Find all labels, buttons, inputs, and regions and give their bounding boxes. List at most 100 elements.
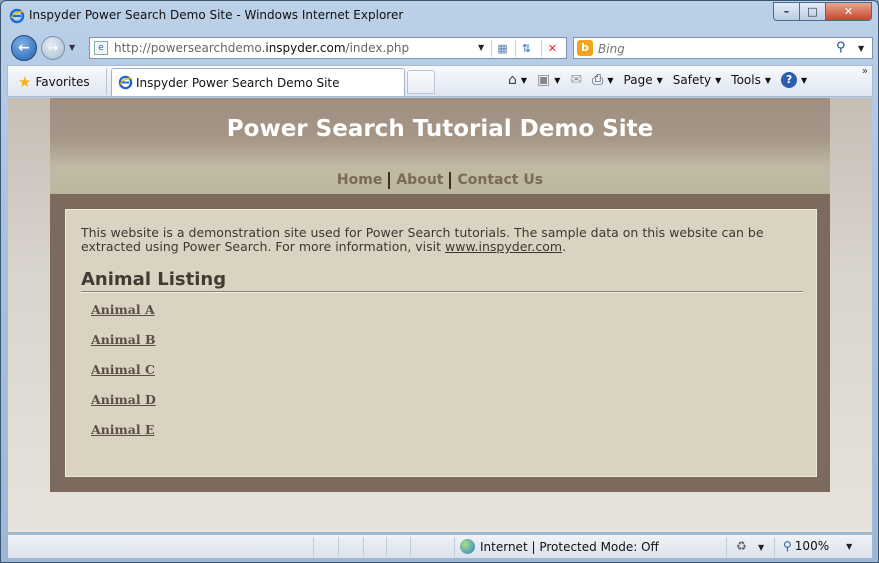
help-icon: ? — [781, 72, 798, 88]
inspyder-link[interactable]: www.inspyder.com — [445, 239, 562, 254]
separator — [106, 68, 107, 94]
intro-end: . — [562, 239, 567, 254]
nav-link-contact-us[interactable]: Contact Us — [451, 172, 549, 188]
read-mail-button[interactable]: ✉ — [570, 72, 582, 88]
tab-label: Inspyder Power Search Demo Site — [136, 76, 340, 90]
chevron-down-icon: ▼ — [764, 75, 772, 85]
intro-paragraph: This website is a demonstration site use… — [81, 226, 801, 254]
stop-button[interactable]: ✕ — [541, 40, 563, 57]
home-button[interactable]: ⌂ ▼ — [508, 72, 527, 88]
popup-blocker-icon[interactable]: ♻ — [736, 539, 747, 553]
animal-list: Animal A Animal B Animal C Animal D Anim… — [91, 302, 156, 452]
help-menu[interactable]: ? ▼ — [781, 72, 807, 88]
chevron-down-icon[interactable]: ▼ — [758, 543, 764, 552]
site-header: Power Search Tutorial Demo Site — [50, 98, 830, 166]
feeds-button[interactable]: ▣ ▼ — [537, 72, 560, 88]
page-menu[interactable]: Page ▼ — [624, 73, 663, 87]
animal-listing-heading: Animal Listing — [81, 269, 227, 290]
address-url[interactable]: http://powersearchdemo.inspyder.com/inde… — [114, 41, 409, 55]
stop-icon: ✕ — [547, 42, 558, 55]
nav-link-about[interactable]: About — [390, 172, 449, 188]
command-bar: ⌂ ▼ ▣ ▼ ✉ ⎙ ▼ Page ▼ Safety ▼ Tools ▼ ? ▼ — [508, 72, 817, 88]
window-controls: – □ ✕ — [773, 2, 872, 22]
chevron-down-icon: ▼ — [715, 75, 722, 85]
home-icon: ⌂ — [508, 72, 517, 88]
status-divider — [726, 537, 727, 557]
globe-icon — [460, 539, 475, 554]
navigation-bar: ← → ▼ e http://powersearchdemo.inspyder.… — [1, 31, 878, 63]
site-container: Power Search Tutorial Demo Site Home Abo… — [50, 98, 830, 492]
address-bar[interactable]: e http://powersearchdemo.inspyder.com/in… — [89, 37, 567, 59]
list-item: Animal E — [91, 422, 156, 452]
animal-link-d[interactable]: Animal D — [91, 392, 156, 407]
back-button[interactable]: ← — [11, 35, 37, 61]
refresh-button[interactable]: ⇅ — [515, 40, 537, 57]
search-icon[interactable]: ⚲ — [836, 40, 846, 55]
rss-icon: ▣ — [537, 72, 551, 88]
chevron-down-icon: ▼ — [801, 75, 808, 85]
favorites-button[interactable]: ★ Favorites — [18, 73, 90, 91]
favorites-label: Favorites — [35, 75, 90, 89]
bing-logo-icon: b — [577, 40, 593, 56]
compatibility-view-button[interactable]: ▦ — [491, 40, 513, 57]
list-item: Animal D — [91, 392, 156, 422]
browser-window: Inspyder Power Search Demo Site - Window… — [0, 0, 879, 563]
chevron-down-icon[interactable]: ▼ — [846, 542, 852, 551]
recent-pages-dropdown[interactable]: ▼ — [69, 43, 75, 52]
favorites-bar: ★ Favorites Inspyder Power Search Demo S… — [7, 65, 873, 97]
heading-divider — [81, 291, 803, 293]
print-button[interactable]: ⎙ ▼ — [592, 72, 613, 88]
status-divider — [774, 537, 775, 557]
safety-menu[interactable]: Safety ▼ — [673, 73, 722, 87]
compatibility-icon: ▦ — [497, 42, 508, 55]
page-icon: e — [94, 41, 108, 55]
favorites-star-icon: ★ — [18, 73, 32, 91]
search-placeholder[interactable]: Bing — [598, 42, 625, 56]
back-arrow-icon: ← — [18, 40, 30, 56]
maximize-button[interactable]: □ — [800, 2, 826, 21]
close-button[interactable]: ✕ — [826, 2, 872, 21]
refresh-icon: ⇅ — [521, 42, 532, 55]
print-dropdown-icon[interactable]: ▼ — [607, 76, 613, 85]
forward-arrow-icon: → — [47, 40, 59, 56]
tools-menu-label: Tools — [731, 73, 761, 87]
tab-active[interactable]: Inspyder Power Search Demo Site — [111, 68, 405, 96]
list-item: Animal B — [91, 332, 156, 362]
search-box[interactable]: b Bing ⚲ ▼ — [573, 37, 873, 59]
search-options-dropdown[interactable]: ▼ — [858, 44, 864, 53]
animal-link-c[interactable]: Animal C — [91, 362, 155, 377]
animal-link-a[interactable]: Animal A — [91, 302, 155, 317]
status-divider — [363, 537, 364, 557]
new-tab-button[interactable] — [407, 70, 435, 94]
status-bar: Internet | Protected Mode: Off ♻ ▼ ⚲ 100… — [8, 534, 872, 558]
status-divider — [386, 537, 387, 557]
list-item: Animal A — [91, 302, 156, 332]
chevron-down-icon: ▼ — [656, 75, 663, 85]
ie-logo-icon — [9, 8, 25, 24]
window-title: Inspyder Power Search Demo Site - Window… — [29, 8, 404, 22]
home-dropdown-icon[interactable]: ▼ — [521, 76, 527, 85]
list-item: Animal C — [91, 362, 156, 392]
status-divider — [454, 537, 455, 557]
title-bar: Inspyder Power Search Demo Site - Window… — [1, 1, 878, 31]
animal-link-e[interactable]: Animal E — [91, 422, 155, 437]
intro-text: This website is a demonstration site use… — [81, 225, 764, 254]
feeds-dropdown-icon[interactable]: ▼ — [554, 76, 560, 85]
nav-link-home[interactable]: Home — [331, 172, 388, 188]
more-commands-icon[interactable]: » — [862, 66, 868, 77]
status-divider — [338, 537, 339, 557]
forward-button[interactable]: → — [41, 36, 65, 60]
minimize-button[interactable]: – — [773, 2, 800, 21]
animal-link-b[interactable]: Animal B — [91, 332, 156, 347]
mail-icon: ✉ — [570, 72, 583, 88]
ie-page-icon — [118, 75, 133, 90]
zone-text: Internet | Protected Mode: Off — [480, 539, 659, 554]
page-viewport: Power Search Tutorial Demo Site Home Abo… — [8, 98, 872, 532]
security-zone[interactable]: Internet | Protected Mode: Off — [460, 539, 659, 554]
status-divider — [313, 537, 314, 557]
zoom-control[interactable]: ⚲ 100% ▼ — [783, 539, 852, 553]
page-menu-label: Page — [623, 73, 653, 87]
zoom-level: 100% — [794, 539, 830, 553]
address-dropdown-icon[interactable]: ▼ — [478, 43, 484, 52]
tools-menu[interactable]: Tools ▼ — [731, 73, 771, 87]
